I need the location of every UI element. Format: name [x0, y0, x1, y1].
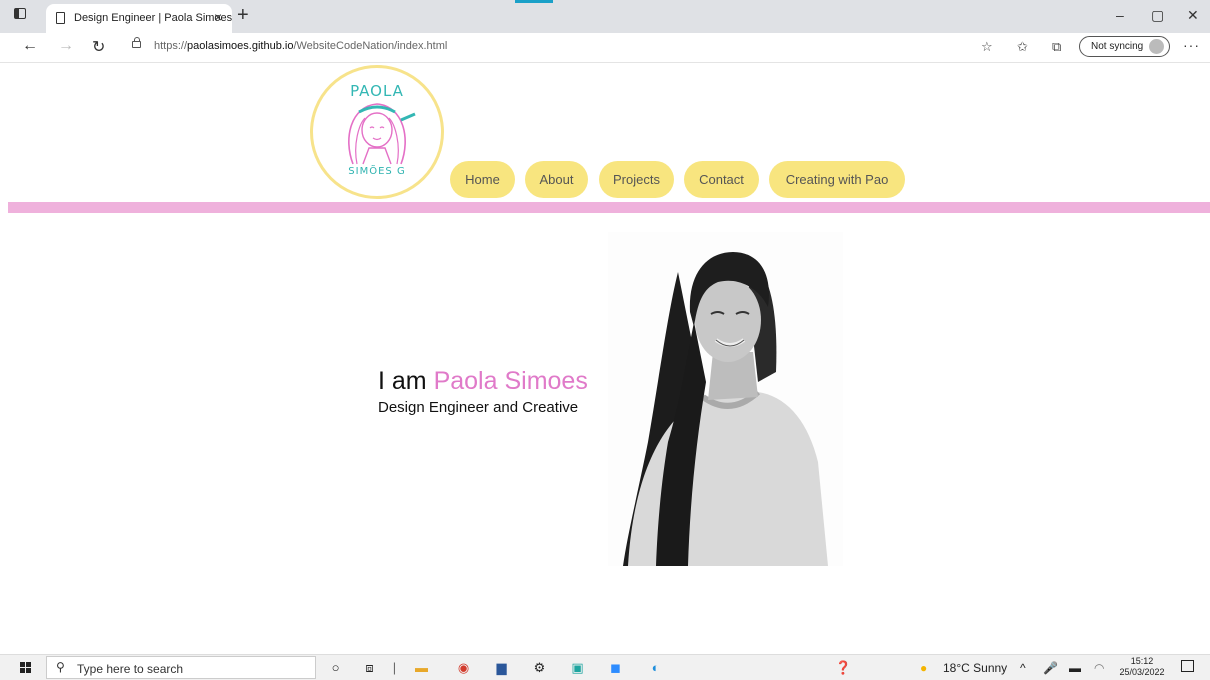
hero-heading: I am Paola Simoes	[378, 367, 588, 395]
windows-start-icon[interactable]	[20, 662, 32, 674]
profile-photo	[608, 232, 843, 566]
nav-creating-with-pao[interactable]: Creating with Pao	[769, 161, 905, 198]
settings-icon[interactable]: ⚙	[531, 659, 548, 676]
nav-projects[interactable]: Projects	[599, 161, 674, 198]
search-placeholder: Type here to search	[77, 662, 184, 676]
refresh-icon[interactable]: ↻	[92, 37, 105, 57]
weather-icon: ●	[920, 661, 928, 675]
microphone-icon[interactable]: 🎤	[1043, 661, 1058, 675]
tab-strip: Design Engineer | Paola Simoes × + – ▢ ✕	[0, 0, 1210, 33]
logo-subname: SIMÕES G	[348, 166, 406, 177]
address-bar: ← → ↻ https://paolasimoes.github.io/Webs…	[0, 33, 1210, 63]
collections-icon[interactable]: ⧉	[1052, 39, 1061, 55]
nav-about[interactable]: About	[525, 161, 588, 198]
profile-sync-button[interactable]: Not syncing	[1079, 36, 1170, 57]
restore-icon[interactable]: ▢	[1151, 7, 1164, 24]
search-icon: ⚲	[56, 660, 65, 674]
lock-icon[interactable]	[132, 37, 141, 48]
back-icon[interactable]: ←	[22, 37, 38, 55]
battery-icon[interactable]: ▬	[1069, 661, 1081, 675]
notifications-icon[interactable]	[1181, 660, 1194, 672]
wifi-icon[interactable]: ◠	[1094, 661, 1104, 675]
file-explorer-icon[interactable]: ▬	[413, 659, 430, 676]
sync-label: Not syncing	[1091, 41, 1144, 52]
tab-title: Design Engineer | Paola Simoes	[74, 12, 233, 24]
tab-drag-indicator	[515, 0, 553, 3]
forward-icon[interactable]: →	[58, 37, 74, 55]
tab-close-icon[interactable]: ×	[214, 9, 222, 25]
help-icon[interactable]: ❓	[835, 659, 852, 676]
minimize-icon[interactable]: –	[1116, 7, 1124, 23]
hero-subtitle: Design Engineer and Creative	[378, 399, 579, 416]
logo-name: PAOLA	[350, 82, 404, 100]
taskbar-separator: |	[392, 660, 397, 675]
site-logo[interactable]: PAOLA SIMÕES G	[310, 65, 444, 199]
header-divider	[8, 202, 1210, 213]
nav-contact[interactable]: Contact	[684, 161, 759, 198]
url-text[interactable]: https://paolasimoes.github.io/WebsiteCod…	[154, 40, 447, 52]
tab-actions-icon[interactable]	[14, 8, 30, 24]
os-taskbar: ⚲ Type here to search ○ ⧈ | ▬ ◉ ▆ ⚙ ▣ ◼ …	[0, 654, 1210, 680]
word-icon[interactable]: ▆	[493, 659, 510, 676]
edge-icon[interactable]: ◐	[647, 659, 664, 676]
more-menu-icon[interactable]: ···	[1183, 37, 1200, 53]
new-tab-icon[interactable]: +	[237, 5, 249, 25]
chevron-up-icon[interactable]: ^	[1020, 661, 1026, 675]
avatar	[1149, 39, 1164, 54]
weather-text[interactable]: 18°C Sunny	[943, 661, 1007, 675]
tab-active[interactable]: Design Engineer | Paola Simoes ×	[46, 4, 232, 33]
close-window-icon[interactable]: ✕	[1187, 7, 1199, 24]
taskbar-search-input[interactable]: ⚲ Type here to search	[46, 656, 316, 679]
clock[interactable]: 15:12 25/03/2022	[1118, 656, 1166, 678]
page-icon	[56, 12, 65, 24]
zoom-icon[interactable]: ◼	[607, 659, 624, 676]
task-view-icon[interactable]: ⧈	[361, 659, 378, 676]
chrome-icon[interactable]: ◉	[455, 659, 472, 676]
cortana-icon[interactable]: ○	[327, 659, 344, 676]
favorites-icon[interactable]: ✩	[1017, 39, 1028, 55]
add-favorite-icon[interactable]: ☆	[981, 39, 993, 55]
url-field[interactable]: https://paolasimoes.github.io/WebsiteCod…	[123, 36, 963, 58]
app-icon[interactable]: ▣	[569, 659, 586, 676]
nav-home[interactable]: Home	[450, 161, 515, 198]
hero-name: Paola Simoes	[433, 367, 588, 395]
